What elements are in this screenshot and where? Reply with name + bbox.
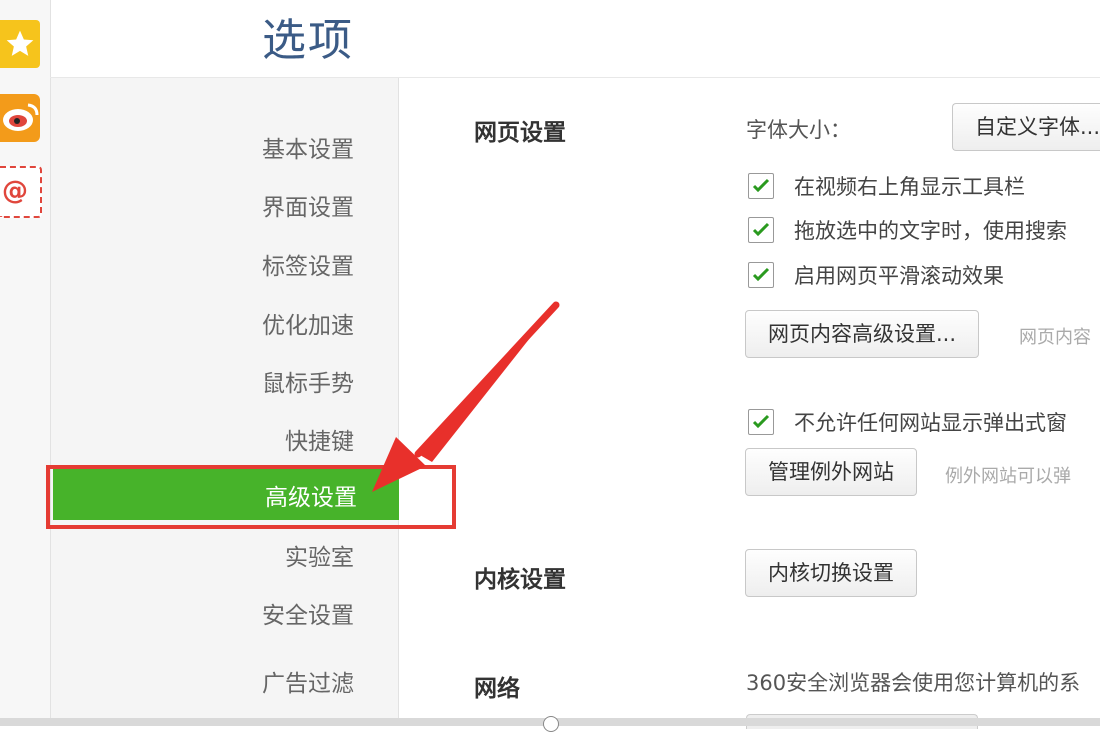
advanced-content-settings-button[interactable]: 网页内容高级设置... [745, 310, 980, 358]
sidebar-item-security[interactable]: 安全设置 [262, 596, 354, 630]
checkbox-video-toolbar[interactable] [748, 173, 774, 199]
checkbox-label: 拖放选中的文字时，使用搜索 [794, 219, 1067, 243]
checkbox-label: 在视频右上角显示工具栏 [794, 175, 1025, 199]
settings-sidebar: 基本设置 界面设置 标签设置 优化加速 鼠标手势 快捷键 高级设置 实验室 安全… [51, 78, 399, 718]
left-app-strip: @ [0, 0, 51, 726]
star-icon[interactable] [0, 20, 40, 68]
manage-exceptions-button[interactable]: 管理例外网站 [745, 448, 917, 496]
checkbox-label: 启用网页平滑滚动效果 [794, 264, 1004, 288]
sidebar-item-mouse-gestures[interactable]: 鼠标手势 [262, 364, 354, 398]
checkbox-smooth-scroll[interactable] [748, 262, 774, 288]
checkbox-drag-search[interactable] [748, 217, 774, 243]
sidebar-item-interface[interactable]: 界面设置 [262, 188, 354, 222]
network-description: 360安全浏览器会使用您计算机的系 [746, 671, 1081, 695]
checkbox-label: 不允许任何网站显示弹出式窗 [794, 411, 1067, 435]
custom-font-button[interactable]: 自定义字体... [952, 103, 1100, 151]
resize-handle[interactable] [543, 716, 559, 732]
checkbox-block-popups[interactable] [748, 409, 774, 435]
mail-at-icon[interactable]: @ [0, 166, 42, 218]
mail-at-glyph: @ [2, 176, 28, 206]
manage-exceptions-hint: 例外网站可以弹 [945, 466, 1071, 487]
sidebar-item-shortcuts[interactable]: 快捷键 [285, 422, 354, 456]
section-title-network: 网络 [474, 676, 520, 702]
sidebar-item-ad-filter[interactable]: 广告过滤 [262, 664, 354, 698]
advanced-content-hint: 网页内容 [1019, 327, 1091, 348]
sidebar-item-basic[interactable]: 基本设置 [262, 130, 354, 164]
kernel-switch-button[interactable]: 内核切换设置 [745, 549, 917, 597]
section-title-webpage: 网页设置 [474, 120, 566, 146]
font-size-label: 字体大小： [746, 118, 851, 142]
annotation-highlight-box [46, 465, 456, 529]
weibo-icon[interactable] [0, 94, 40, 142]
page-title: 选项 [262, 15, 354, 66]
sidebar-item-optimize[interactable]: 优化加速 [262, 306, 354, 340]
sidebar-item-lab[interactable]: 实验室 [285, 538, 354, 572]
sidebar-item-tabs[interactable]: 标签设置 [262, 247, 354, 281]
section-title-kernel: 内核设置 [474, 567, 566, 593]
